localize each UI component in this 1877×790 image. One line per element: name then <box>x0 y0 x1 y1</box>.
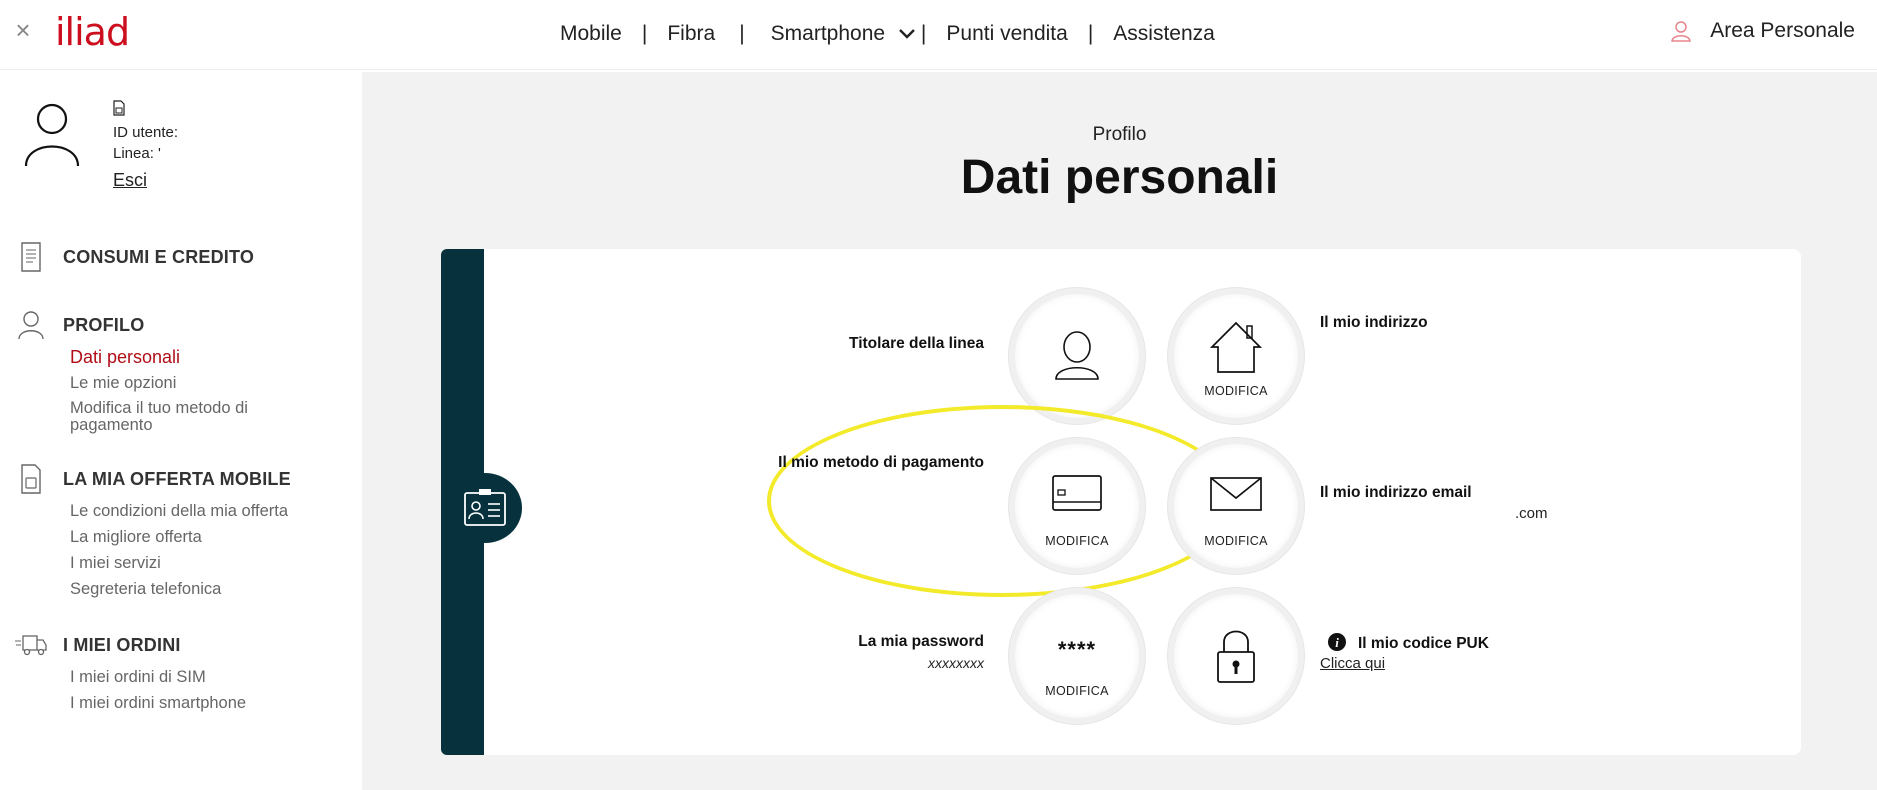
svg-text:i: i <box>1335 635 1339 650</box>
menu-profilo: PROFILO Dati personali Le mie opzioni Mo… <box>14 308 354 438</box>
sidebar: ID utente: Linea: ' Esci CONSUMI E CREDI… <box>0 72 362 790</box>
user-id-label: ID utente: <box>113 124 179 141</box>
person-icon <box>1015 294 1139 418</box>
area-personale-link[interactable]: Area Personale <box>1670 19 1855 43</box>
person-icon <box>14 308 48 342</box>
email-value: .com <box>1515 505 1548 522</box>
receipt-icon <box>14 240 48 274</box>
credit-card-icon <box>1015 444 1139 568</box>
page-title: Dati personali <box>960 151 1279 204</box>
menu-title-profilo: PROFILO <box>63 314 145 335</box>
info-icon[interactable]: i <box>1328 633 1346 656</box>
menu-consumi: CONSUMI E CREDITO <box>14 240 354 274</box>
padlock-icon <box>1174 594 1298 718</box>
sidebar-item-segreteria[interactable]: Segreteria telefonica <box>70 576 354 602</box>
menu-head-ordini[interactable]: I MIEI ORDINI <box>14 628 354 662</box>
titolare-tile[interactable] <box>1015 294 1139 418</box>
titolare-label: Titolare della linea <box>849 335 984 352</box>
indirizzo-label: Il mio indirizzo <box>1320 314 1428 331</box>
nav-separator: | <box>641 22 648 45</box>
nav-mobile[interactable]: Mobile <box>560 22 622 46</box>
indirizzo-tile[interactable]: MODIFICA <box>1174 294 1298 418</box>
sidebar-item-ordini-smartphone[interactable]: I miei ordini smartphone <box>70 690 354 716</box>
user-info: ID utente: Linea: ' Esci <box>113 100 313 192</box>
menu-title-ordini: I MIEI ORDINI <box>63 634 181 655</box>
pagamento-label: Il mio metodo di pagamento <box>778 454 984 471</box>
avatar-icon <box>24 103 80 167</box>
main-nav: Mobile | Fibra | Smartphone | Punti vend… <box>560 19 1215 49</box>
password-value: xxxxxxxx <box>928 655 984 671</box>
password-label: La mia password <box>858 633 984 650</box>
menu-head-consumi[interactable]: CONSUMI E CREDITO <box>14 240 354 274</box>
nav-assistenza[interactable]: Assistenza <box>1113 22 1215 46</box>
area-personale-label: Area Personale <box>1710 19 1855 42</box>
puk-link[interactable]: Clicca qui <box>1320 655 1385 672</box>
nav-fibra[interactable]: Fibra <box>667 22 715 46</box>
close-icon[interactable]: × <box>12 17 34 43</box>
sidebar-item-metodo-pagamento[interactable]: Modifica il tuo metodo di pagamento <box>70 396 290 438</box>
highlight-ellipse <box>767 405 1237 597</box>
menu-offerta: LA MIA OFFERTA MOBILE Le condizioni dell… <box>14 462 354 602</box>
password-tile[interactable]: **** MODIFICA <box>1015 594 1139 718</box>
sidebar-item-ordini-sim[interactable]: I miei ordini di SIM <box>70 664 354 690</box>
house-icon <box>1174 294 1298 418</box>
pagamento-modifica-label: MODIFICA <box>1045 534 1109 548</box>
logout-link[interactable]: Esci <box>113 170 147 191</box>
id-card-icon <box>448 473 522 543</box>
puk-tile[interactable] <box>1174 594 1298 718</box>
menu-head-offerta[interactable]: LA MIA OFFERTA MOBILE <box>14 462 354 496</box>
personal-data-card: Titolare della linea MODIFICA Il mio ind… <box>441 249 1801 755</box>
sim-small-icon <box>113 100 313 122</box>
pagamento-tile[interactable]: MODIFICA <box>1015 444 1139 568</box>
nav-separator: | <box>920 22 927 45</box>
sidebar-item-servizi[interactable]: I miei servizi <box>70 550 354 576</box>
puk-label: Il mio codice PUK <box>1358 635 1489 652</box>
iliad-logo[interactable]: iliad <box>55 10 130 54</box>
nav-punti-vendita[interactable]: Punti vendita <box>946 22 1067 46</box>
envelope-icon <box>1174 444 1298 568</box>
sim-icon <box>14 462 48 496</box>
top-header: × iliad Mobile | Fibra | Smartphone | Pu… <box>0 0 1877 70</box>
menu-ordini: I MIEI ORDINI I miei ordini di SIM I mie… <box>14 628 354 716</box>
sidebar-item-condizioni[interactable]: Le condizioni della mia offerta <box>70 498 354 524</box>
main-content: Profilo Dati personali Titolare della li… <box>362 72 1877 790</box>
user-line-label: Linea: ' <box>113 145 161 162</box>
user-icon <box>1671 21 1692 42</box>
nav-separator: | <box>1087 22 1094 45</box>
indirizzo-modifica-label: MODIFICA <box>1204 384 1268 398</box>
email-modifica-label: MODIFICA <box>1204 534 1268 548</box>
sidebar-item-le-mie-opzioni[interactable]: Le mie opzioni <box>70 370 354 396</box>
chevron-down-icon <box>899 29 915 40</box>
breadcrumb: Profilo <box>1092 124 1147 145</box>
nav-smartphone-label: Smartphone <box>770 22 886 45</box>
menu-title-offerta: LA MIA OFFERTA MOBILE <box>63 468 291 489</box>
menu-head-profilo[interactable]: PROFILO <box>14 308 354 342</box>
menu-title-consumi: CONSUMI E CREDITO <box>63 246 255 267</box>
email-tile[interactable]: MODIFICA <box>1174 444 1298 568</box>
email-label: Il mio indirizzo email <box>1320 484 1472 501</box>
sidebar-item-dati-personali[interactable]: Dati personali <box>70 344 354 370</box>
sidebar-item-migliore-offerta[interactable]: La migliore offerta <box>70 524 354 550</box>
nav-separator: | <box>739 22 745 45</box>
password-modifica-label: MODIFICA <box>1045 684 1109 698</box>
truck-icon <box>14 628 48 662</box>
nav-smartphone[interactable]: Smartphone <box>771 22 915 46</box>
password-mask: **** <box>1057 637 1097 662</box>
